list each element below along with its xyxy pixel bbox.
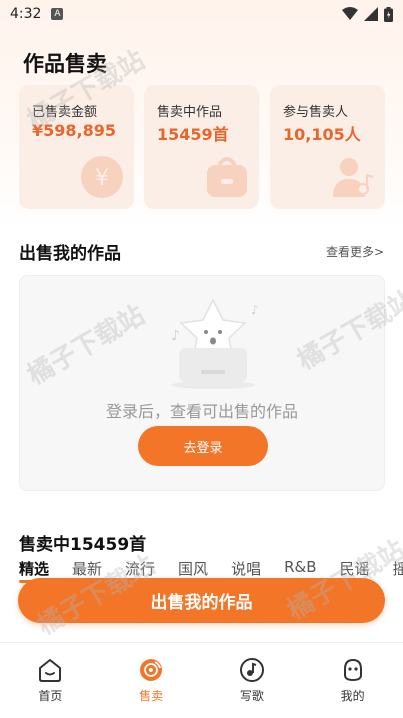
tab-rnb[interactable]: R&B [284,558,316,580]
page-title: 作品售卖 [23,52,107,76]
face-icon [343,658,362,682]
battery-icon [384,6,393,22]
tab-pop[interactable]: 流行 [125,558,155,580]
view-more-link[interactable]: 查看更多> [326,243,384,260]
tab-rap[interactable]: 说唱 [231,558,261,580]
stat-card-sellers: 参与售卖人 10,105人 [270,85,385,209]
bottom-nav: 首页 售卖 写歌 我的 [0,642,403,718]
notification-icon: A [51,8,64,20]
nav-label: 售卖 [139,689,164,703]
empty-box-illustration: ♪ ♪ [171,298,259,389]
tab-folk[interactable]: 民谣 [340,558,370,580]
stat-label: 已售卖金额 [32,105,98,120]
pen-note-icon [239,658,264,682]
tab-featured[interactable]: 精选 [19,558,49,580]
stat-value: 10,105人 [283,125,361,144]
status-icons [342,6,393,22]
my-works-title: 出售我的作品 [19,244,121,264]
status-bar: 4:32 A [0,0,403,28]
status-time: 4:32 [10,6,42,22]
yen-coin-icon: ¥ [81,156,123,198]
record-icon [140,659,163,681]
svg-text:¥: ¥ [95,166,109,191]
nav-label: 首页 [38,689,63,703]
stat-card-on-sale: 售卖中作品 15459首 [144,85,259,209]
tab-latest[interactable]: 最新 [72,558,102,580]
nav-label: 我的 [340,689,365,703]
genre-tabs: 精选 最新 流行 国风 说唱 R&B 民谣 摇 [19,558,403,580]
stat-value: 15459首 [157,125,229,144]
signal-icon [364,7,378,21]
svg-text:♪: ♪ [251,303,259,317]
stat-card-sold-amount: 已售卖金额 ¥598,895 ¥ [19,85,134,209]
empty-state-text: 登录后，查看可出售的作品 [105,402,298,421]
tab-rock[interactable]: 摇 [393,558,403,580]
selling-title: 售卖中15459首 [19,535,147,555]
home-icon [39,659,62,682]
empty-state: ♪ ♪ 登录后，查看可出售的作品 去登录 [19,275,385,491]
sell-my-works-button[interactable]: 出售我的作品 [18,578,385,623]
stats-row: 已售卖金额 ¥598,895 ¥ 售卖中作品 15459首 参与售卖人 10,1… [19,85,385,209]
nav-label: 写歌 [239,689,264,703]
person-music-icon [333,158,374,197]
shop-bag-icon [207,157,247,197]
svg-text:♪: ♪ [171,328,180,344]
wifi-icon [342,7,358,20]
nav-mine[interactable]: 我的 [302,643,403,718]
stat-label: 参与售卖人 [283,105,349,120]
tab-guofeng[interactable]: 国风 [178,558,208,580]
stat-value: ¥598,895 [32,121,117,140]
stat-label: 售卖中作品 [157,105,223,120]
nav-home[interactable]: 首页 [0,643,101,718]
nav-sell[interactable]: 售卖 [101,643,202,718]
login-button[interactable]: 去登录 [138,426,268,466]
nav-write-song[interactable]: 写歌 [202,643,303,718]
